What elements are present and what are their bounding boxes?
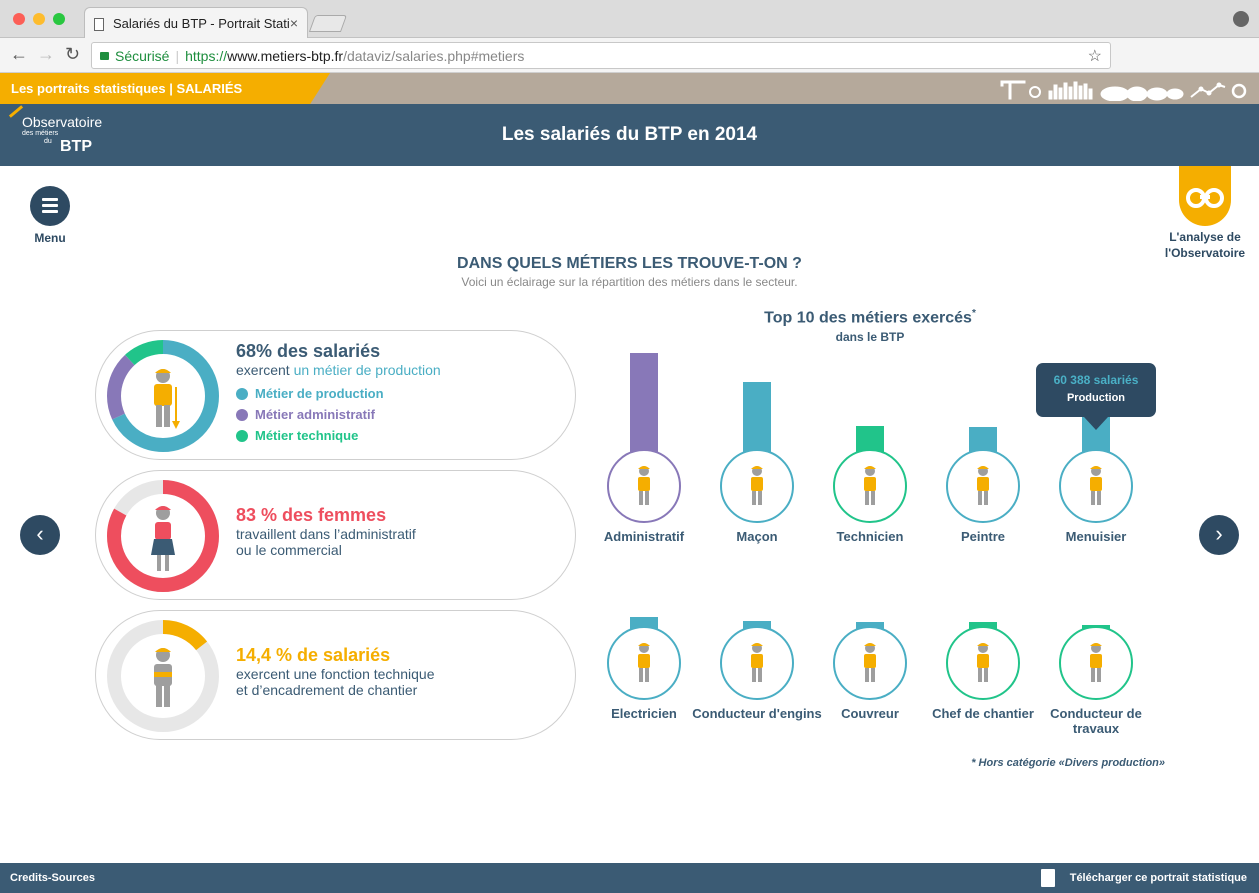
worker-icon — [977, 643, 989, 682]
worker-icon — [751, 466, 763, 505]
lock-icon — [100, 52, 109, 60]
card-3-headline: 14,4 % de salariés — [236, 645, 391, 665]
legend-dot-technique — [236, 429, 248, 442]
job-circle[interactable] — [946, 626, 1020, 700]
worker-icon — [638, 466, 650, 505]
job-circle[interactable] — [833, 449, 907, 523]
section-subtitle: Voici un éclairage sur la répartition de… — [461, 275, 798, 289]
site-footer: Credits-Sources Télécharger ce portrait … — [0, 863, 1259, 893]
browser-tab[interactable]: Salariés du BTP - Portrait Stati × — [84, 7, 308, 38]
chart-subtitle: dans le BTP — [835, 330, 905, 344]
job-circle[interactable] — [833, 626, 907, 700]
url-host: www.metiers-btp.fr — [227, 48, 344, 64]
job-circle[interactable] — [1059, 449, 1133, 523]
supervisor-icon — [154, 648, 172, 707]
job-name: Conducteur d'engins — [692, 706, 822, 721]
legend-administratif: Métier administratif — [236, 407, 441, 422]
reload-icon[interactable]: ↻ — [65, 44, 80, 65]
chart-tooltip: 60 388 salariés Production — [1036, 363, 1156, 430]
download-link[interactable]: Télécharger ce portrait statistique — [1070, 872, 1247, 884]
legend-production: Métier de production — [236, 386, 441, 401]
worker-icon — [154, 369, 180, 429]
address-bar[interactable]: Sécurisé | https://www.metiers-btp.fr/data… — [91, 42, 1111, 69]
worker-icon — [751, 643, 763, 682]
forward-icon[interactable]: → — [37, 44, 55, 65]
browser-tab-bar: Salariés du BTP - Portrait Stati × — [0, 0, 1259, 38]
tooltip-category: Production — [1066, 392, 1126, 404]
strip-label[interactable]: Les portraits statistiques | SALARIÉS — [0, 73, 330, 104]
donut-chart-technique — [107, 620, 219, 732]
card-2-headline: 83 % des femmes — [236, 505, 387, 525]
previous-button[interactable]: ‹ — [20, 515, 60, 555]
tooltip-value: 60 388 salariés — [1053, 373, 1139, 387]
legend-technique: Métier technique — [236, 428, 441, 443]
close-tab-icon[interactable]: × — [290, 15, 298, 31]
job-name: Chef de chantier — [932, 706, 1034, 721]
skyline-icon — [1000, 80, 1247, 101]
next-button[interactable]: › — [1199, 515, 1239, 555]
credits-link[interactable]: Credits-Sources — [10, 872, 95, 884]
legend-dot-administratif — [236, 408, 248, 421]
donut-chart-production — [107, 340, 219, 452]
portrait-strip: Les portraits statistiques | SALARIÉS — [0, 73, 1259, 104]
worker-icon — [864, 643, 876, 682]
card-3-line-1: exercent une fonction technique — [236, 666, 435, 682]
profile-icon[interactable] — [1233, 11, 1249, 27]
menu-button[interactable] — [30, 186, 70, 226]
secure-label: Sécurisé — [115, 48, 170, 64]
worker-icon — [977, 466, 989, 505]
job-circle[interactable] — [946, 449, 1020, 523]
job-name: Peintre — [960, 529, 1006, 544]
chart-title: Top 10 des métiers exercés* — [764, 308, 976, 327]
url-path: /dataviz/salaries.php#metiers — [343, 48, 525, 64]
card-1-headline: 68% des salariés — [236, 341, 381, 361]
job-circle[interactable] — [720, 626, 794, 700]
back-icon[interactable]: ← — [10, 44, 28, 65]
minimize-window-button[interactable] — [33, 13, 45, 25]
worker-icon — [1090, 643, 1102, 682]
page-title: Les salariés du BTP en 2014 — [501, 124, 758, 145]
url-scheme: https:// — [185, 48, 228, 64]
browser-toolbar: ← → ↻ Sécurisé | https://www.metiers-btp.f… — [0, 38, 1259, 73]
job-name: Conducteur de travaux — [1050, 706, 1142, 736]
chart-footnote: * Hors catégorie «Divers production» — [971, 757, 1165, 769]
job-name: Technicien — [836, 529, 904, 544]
job-name: Menuisier — [1065, 529, 1127, 544]
menu-label[interactable]: Menu — [30, 231, 70, 245]
donut-chart-femmes — [107, 480, 219, 592]
job-circle[interactable] — [720, 449, 794, 523]
maximize-window-button[interactable] — [53, 13, 65, 25]
job-name: Electricien — [611, 706, 677, 721]
document-icon — [94, 18, 104, 31]
worker-icon — [864, 466, 876, 505]
job-name: Administratif — [603, 529, 685, 544]
stat-card-femmes: 83 % des femmes travaillent dans l’admin… — [95, 470, 576, 600]
card-1-line: exercent un métier de production — [236, 362, 441, 378]
legend-dot-production — [236, 387, 248, 400]
download-icon[interactable] — [1041, 869, 1055, 887]
woman-worker-icon — [151, 506, 175, 571]
card-2-line-1: travaillent dans l’administratif — [236, 526, 416, 542]
card-3-line-2: et d’encadrement de chantier — [236, 682, 418, 698]
site-header: Observatoire des métiers du BTP Les sala… — [0, 104, 1259, 166]
job-circle[interactable] — [607, 449, 681, 523]
job-circle[interactable] — [607, 626, 681, 700]
card-2-line-2: ou le commercial — [236, 542, 342, 558]
job-bar — [630, 353, 658, 461]
close-window-button[interactable] — [13, 13, 25, 25]
stat-card-production: 68% des salariés exercent un métier de p… — [95, 330, 576, 460]
section-title: DANS QUELS MÉTIERS LES TROUVE-T-ON ? — [457, 255, 802, 272]
tab-title: Salariés du BTP - Portrait Stati — [113, 16, 290, 31]
job-name: Couvreur — [841, 706, 899, 721]
stat-card-technique: 14,4 % de salariés exercent une fonction… — [95, 610, 576, 740]
bookmark-star-icon[interactable]: ☆ — [1088, 46, 1102, 66]
new-tab-button[interactable] — [308, 15, 348, 32]
binoculars-badge[interactable] — [1179, 166, 1231, 226]
worker-icon — [1090, 466, 1102, 505]
worker-icon — [638, 643, 650, 682]
job-circle[interactable] — [1059, 626, 1133, 700]
job-name: Maçon — [736, 529, 778, 544]
binoculars-icon — [1186, 188, 1224, 208]
